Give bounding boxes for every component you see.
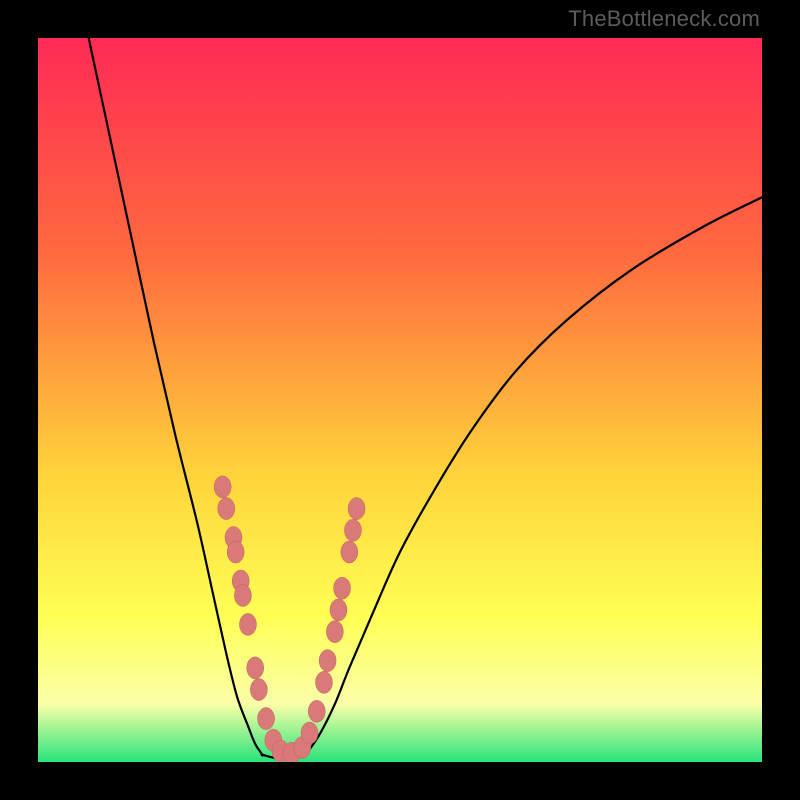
marker-point	[258, 708, 275, 730]
gradient-background	[38, 38, 762, 762]
marker-point	[326, 621, 343, 643]
chart-svg	[38, 38, 762, 762]
marker-point	[214, 476, 231, 498]
marker-point	[234, 584, 251, 606]
marker-point	[227, 541, 244, 563]
plot-area	[38, 38, 762, 762]
marker-point	[250, 679, 267, 701]
marker-point	[218, 498, 235, 520]
marker-point	[247, 657, 264, 679]
chart-frame: TheBottleneck.com	[0, 0, 800, 800]
marker-point	[308, 700, 325, 722]
marker-point	[341, 541, 358, 563]
marker-point	[315, 671, 332, 693]
marker-point	[348, 498, 365, 520]
marker-point	[319, 650, 336, 672]
marker-point	[344, 519, 361, 541]
marker-point	[330, 599, 347, 621]
marker-point	[334, 577, 351, 599]
watermark-text: TheBottleneck.com	[568, 6, 760, 32]
marker-point	[301, 722, 318, 744]
marker-point	[239, 613, 256, 635]
